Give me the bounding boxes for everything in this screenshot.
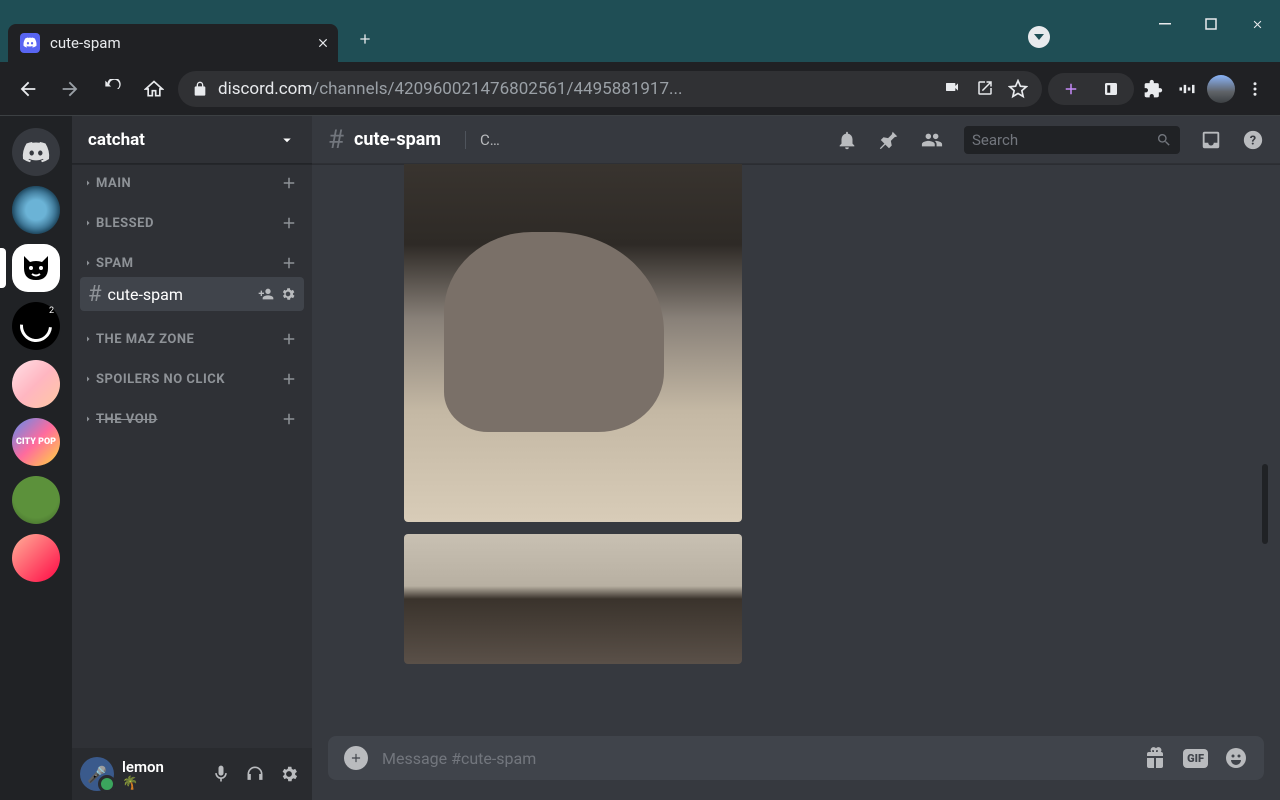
lock-icon (192, 81, 208, 97)
profile-indicator-icon[interactable] (1028, 26, 1050, 48)
browser-urlbar: discord.com/channels/420960021476802561/… (0, 62, 1280, 116)
server-icon-catchat[interactable] (12, 244, 60, 292)
window-minimize-button[interactable] (1142, 4, 1188, 44)
window-controls (1142, 4, 1280, 44)
user-settings-button[interactable] (274, 759, 304, 789)
svg-text:?: ? (1250, 133, 1256, 148)
emoji-icon[interactable] (1224, 746, 1248, 770)
add-channel-icon[interactable] (280, 254, 298, 272)
extension-plus-icon[interactable] (1056, 74, 1086, 104)
chevron-right-icon (82, 217, 94, 229)
chat-main: # cute-spam C... Search ? (312, 116, 1280, 800)
add-channel-icon[interactable] (280, 370, 298, 388)
chevron-right-icon (82, 413, 94, 425)
discord-app: 2 CITY POP catchat MAIN BLESSED SPAM # (0, 116, 1280, 800)
member-list-icon[interactable] (920, 129, 944, 151)
url-text: discord.com/channels/420960021476802561/… (218, 79, 682, 99)
gear-icon[interactable] (280, 286, 296, 302)
category-spam[interactable]: SPAM (80, 236, 304, 276)
message-input-area: Message #cute-spam GIF (312, 736, 1280, 800)
extensions-pill (1048, 73, 1134, 105)
channel-list[interactable]: MAIN BLESSED SPAM # cute-spam THE MAZ (72, 164, 312, 748)
channel-cute-spam[interactable]: # cute-spam (80, 277, 304, 311)
add-channel-icon[interactable] (280, 214, 298, 232)
server-icon-moon[interactable]: 2 (12, 302, 60, 350)
category-spoilers[interactable]: SPOILERS NO CLICK (80, 352, 304, 392)
message-input[interactable]: Message #cute-spam GIF (328, 736, 1264, 780)
camera-icon[interactable] (942, 79, 962, 95)
user-avatar[interactable]: 🎤 (80, 757, 114, 791)
mute-mic-button[interactable] (206, 759, 236, 789)
chevron-right-icon (82, 333, 94, 345)
window-titlebar (0, 0, 1280, 16)
add-channel-icon[interactable] (280, 174, 298, 192)
home-button[interactable] (12, 128, 60, 176)
notifications-bell-icon[interactable] (836, 129, 858, 151)
pinned-messages-icon[interactable] (878, 129, 900, 151)
browser-menu-button[interactable] (1240, 74, 1270, 104)
header-toolbar: Search ? (836, 126, 1264, 154)
user-panel: 🎤 lemon 🌴 (72, 748, 312, 800)
inbox-icon[interactable] (1200, 129, 1222, 151)
chat-header: # cute-spam C... Search ? (312, 116, 1280, 164)
window-maximize-button[interactable] (1188, 4, 1234, 44)
server-rail: 2 CITY POP (0, 116, 72, 800)
search-icon (1156, 132, 1172, 148)
nav-back-button[interactable] (10, 71, 46, 107)
category-maz-zone[interactable]: THE MAZ ZONE (80, 312, 304, 352)
category-void[interactable]: THE VOID (80, 392, 304, 432)
chat-messages[interactable] (312, 164, 1280, 736)
add-channel-icon[interactable] (280, 330, 298, 348)
gift-icon[interactable] (1143, 746, 1167, 770)
channel-topic[interactable]: C... (465, 131, 501, 149)
invite-icon[interactable] (258, 286, 274, 302)
channel-sidebar: catchat MAIN BLESSED SPAM # cute-spam (72, 116, 312, 800)
server-icon-anime[interactable] (12, 534, 60, 582)
chevron-right-icon (82, 177, 94, 189)
message-placeholder: Message #cute-spam (382, 749, 1129, 768)
server-icon-1[interactable] (12, 186, 60, 234)
chevron-right-icon (82, 373, 94, 385)
channel-title: cute-spam (354, 129, 441, 150)
server-icon-citypop[interactable]: CITY POP (12, 418, 60, 466)
help-icon[interactable]: ? (1242, 129, 1264, 151)
server-name: catchat (88, 130, 145, 150)
server-icon-pink[interactable] (12, 360, 60, 408)
extensions-group (1048, 73, 1270, 105)
message-image[interactable] (404, 164, 742, 522)
hash-icon: # (88, 282, 102, 307)
extensions-puzzle-icon[interactable] (1138, 74, 1168, 104)
chevron-down-icon (278, 131, 296, 149)
window-close-button[interactable] (1234, 4, 1280, 44)
browser-profile-avatar[interactable] (1206, 74, 1236, 104)
category-main[interactable]: MAIN (80, 174, 304, 196)
nav-home-button[interactable] (136, 71, 172, 107)
message-image[interactable] (404, 534, 742, 664)
media-control-icon[interactable] (1172, 74, 1202, 104)
bookmark-star-icon[interactable] (1008, 79, 1028, 99)
extension-item-icon[interactable] (1096, 74, 1126, 104)
nav-reload-button[interactable] (94, 71, 130, 107)
address-bar[interactable]: discord.com/channels/420960021476802561/… (178, 71, 1042, 107)
chevron-right-icon (82, 257, 94, 269)
deafen-button[interactable] (240, 759, 270, 789)
category-blessed[interactable]: BLESSED (80, 196, 304, 236)
tab-close-button[interactable] (312, 32, 334, 54)
browser-tab-active[interactable]: cute-spam (8, 24, 338, 62)
scrollbar-thumb[interactable] (1262, 464, 1268, 544)
install-app-icon[interactable] (976, 79, 994, 97)
add-channel-icon[interactable] (280, 410, 298, 428)
tab-title: cute-spam (50, 34, 302, 52)
server-header[interactable]: catchat (72, 116, 312, 164)
browser-tabstrip: cute-spam (0, 16, 1280, 62)
user-info[interactable]: lemon 🌴 (122, 758, 198, 791)
attach-button[interactable] (344, 746, 368, 770)
nav-forward-button[interactable] (52, 71, 88, 107)
discord-favicon (20, 33, 40, 53)
server-icon-pepe[interactable] (12, 476, 60, 524)
hash-icon: # (328, 125, 344, 155)
new-tab-button[interactable] (350, 24, 380, 54)
gif-button[interactable]: GIF (1183, 749, 1208, 768)
search-input[interactable]: Search (964, 126, 1180, 154)
